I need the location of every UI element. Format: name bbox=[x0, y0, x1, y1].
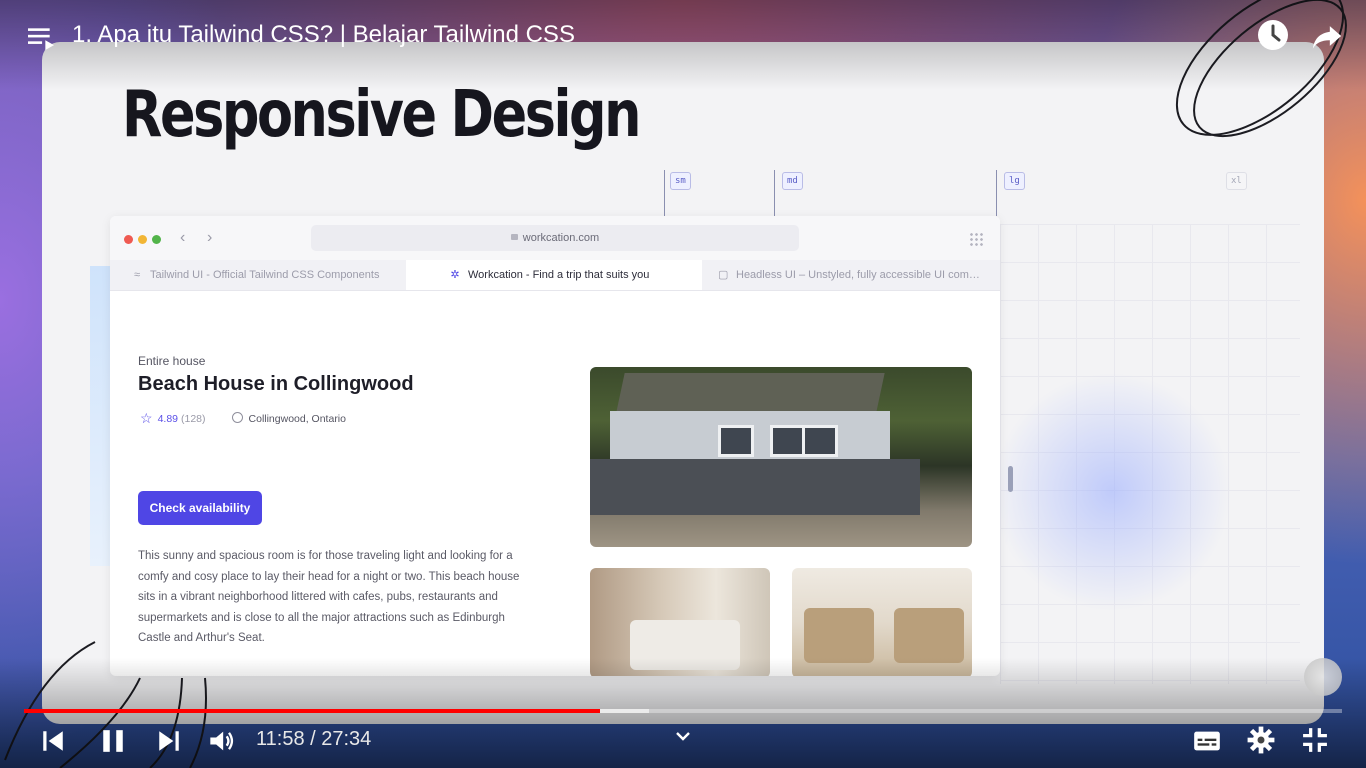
tab-headless-ui: ▢ Headless UI – Unstyled, fully accessibl… bbox=[702, 260, 1000, 290]
gear-icon[interactable] bbox=[1247, 726, 1275, 754]
video-frame-slide[interactable]: Responsive Design sm md lg xl ‹ › workca… bbox=[42, 42, 1324, 724]
beach-house-photo bbox=[590, 367, 972, 547]
breakpoint-tag-md: md bbox=[782, 172, 803, 190]
playlist-icon[interactable] bbox=[28, 24, 54, 50]
browser-toolbar: ‹ › workcation.com bbox=[110, 216, 1000, 260]
breakpoint-tag-lg: lg bbox=[1004, 172, 1025, 190]
listing-type: Entire house bbox=[138, 354, 206, 368]
check-availability-button: Check availability bbox=[138, 491, 262, 525]
workcation-logo-icon: ✲ bbox=[450, 269, 460, 281]
browser-mockup: ‹ › workcation.com ≈ Tailwind UI - Offici… bbox=[110, 216, 1000, 676]
breakpoint-tag-sm: sm bbox=[670, 172, 691, 190]
clock-icon[interactable] bbox=[1257, 19, 1289, 51]
address-bar: workcation.com bbox=[311, 225, 799, 251]
forward-arrow-icon: › bbox=[207, 229, 213, 246]
location-text: Collingwood, Ontario bbox=[248, 413, 346, 425]
channel-watermark[interactable] bbox=[1304, 658, 1342, 696]
resize-handle bbox=[1008, 466, 1013, 492]
url-text: workcation.com bbox=[522, 232, 600, 244]
time-display: 11:58 / 27:34 bbox=[256, 728, 372, 750]
pause-icon[interactable] bbox=[100, 727, 126, 755]
share-icon[interactable] bbox=[1310, 19, 1344, 53]
video-title[interactable]: 1. Apa itu Tailwind CSS? | Belajar Tailw… bbox=[72, 21, 575, 49]
listing-title: Beach House in Collingwood bbox=[138, 373, 414, 395]
progress-bar[interactable] bbox=[24, 709, 1342, 713]
back-arrow-icon: ‹ bbox=[180, 229, 186, 246]
skip-next-icon[interactable] bbox=[156, 728, 182, 754]
volume-icon[interactable] bbox=[208, 727, 236, 755]
close-dot bbox=[124, 235, 133, 244]
breakpoint-line-lg bbox=[996, 170, 997, 216]
glow-decoration bbox=[992, 372, 1232, 612]
chevron-down-icon[interactable] bbox=[674, 730, 692, 744]
star-icon: ☆ bbox=[140, 410, 153, 426]
tab-workcation: ✲ Workcation - Find a trip that suits you bbox=[406, 260, 702, 290]
subtitles-icon[interactable] bbox=[1193, 727, 1221, 755]
bottom-overlay-shade bbox=[0, 658, 1366, 768]
headless-ui-logo-icon: ▢ bbox=[718, 269, 729, 281]
breakpoint-line-md bbox=[774, 170, 775, 216]
browser-tabs: ≈ Tailwind UI - Official Tailwind CSS Com… bbox=[110, 260, 1000, 291]
review-count: (128) bbox=[181, 413, 206, 425]
location-pin-icon bbox=[231, 412, 243, 423]
apps-grid-icon bbox=[969, 232, 983, 246]
maximize-dot bbox=[152, 235, 161, 244]
minimize-dot bbox=[138, 235, 147, 244]
lock-icon bbox=[510, 234, 518, 240]
tailwind-logo-icon: ≈ bbox=[133, 269, 141, 281]
rating-value: 4.89 bbox=[157, 413, 178, 425]
progress-played bbox=[24, 709, 601, 713]
left-edge-decoration bbox=[90, 266, 110, 566]
breakpoint-tag-xl: xl bbox=[1226, 172, 1247, 190]
skip-previous-icon[interactable] bbox=[40, 728, 66, 754]
exit-fullscreen-icon[interactable] bbox=[1302, 727, 1328, 753]
tab-tailwind-ui: ≈ Tailwind UI - Official Tailwind CSS Com… bbox=[110, 260, 406, 290]
listing-meta: ☆ 4.89 (128) Collingwood, Ontario bbox=[140, 410, 346, 427]
breakpoint-line-sm bbox=[664, 170, 665, 216]
